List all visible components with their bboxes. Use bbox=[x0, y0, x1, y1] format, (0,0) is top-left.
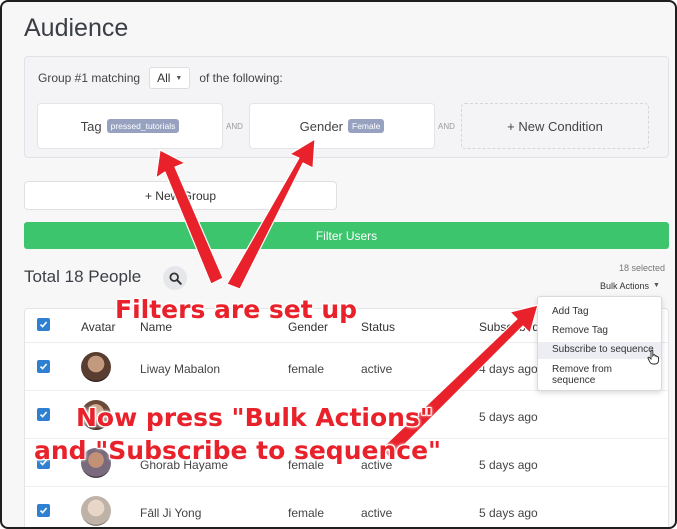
menu-item-add-tag[interactable]: Add Tag bbox=[538, 306, 661, 317]
row-subscribed: 5 days ago bbox=[479, 458, 538, 472]
col-avatar: Avatar bbox=[81, 320, 116, 334]
check-icon bbox=[39, 411, 48, 418]
row-checkbox[interactable] bbox=[37, 408, 50, 421]
bulk-actions-button[interactable]: Bulk Actions ▼ bbox=[593, 276, 667, 295]
search-icon bbox=[168, 271, 182, 285]
group-suffix: of the following: bbox=[199, 71, 283, 85]
row-checkbox[interactable] bbox=[37, 360, 50, 373]
and-label: AND bbox=[226, 122, 243, 131]
avatar bbox=[81, 496, 111, 526]
filter-users-button[interactable]: Filter Users bbox=[24, 222, 669, 249]
row-subscribed: 5 days ago bbox=[479, 506, 538, 520]
row-checkbox[interactable] bbox=[37, 504, 50, 517]
col-subscribed[interactable]: Subscribed bbox=[479, 320, 539, 334]
new-condition-button[interactable]: + New Condition bbox=[461, 103, 649, 149]
row-name: Fāll Ji Yong bbox=[140, 506, 202, 520]
total-people-heading: Total 18 People bbox=[24, 267, 142, 286]
chevron-down-icon: ▼ bbox=[653, 282, 660, 289]
menu-item-remove-tag[interactable]: Remove Tag bbox=[538, 325, 661, 336]
selected-count: 18 selected bbox=[618, 263, 665, 273]
annotation-instruction-line1: Now press "Bulk Actions" bbox=[76, 403, 433, 432]
arrow-to-tag-condition bbox=[155, 149, 224, 285]
condition-value-badge: Female bbox=[348, 119, 385, 133]
select-all-checkbox[interactable] bbox=[37, 318, 50, 331]
arrow-to-gender-condition bbox=[226, 138, 316, 290]
bulk-actions-menu: Add Tag Remove Tag Subscribe to sequence… bbox=[537, 296, 662, 391]
group-prefix: Group #1 matching bbox=[38, 71, 141, 85]
condition-gender[interactable]: Gender Female bbox=[249, 103, 435, 149]
avatar bbox=[81, 352, 111, 382]
menu-item-remove-from-sequence[interactable]: Remove from sequence bbox=[538, 364, 638, 386]
condition-field: Tag bbox=[80, 118, 102, 134]
row-status: active bbox=[361, 362, 393, 376]
table-row[interactable]: Fāll Ji Yong female active 5 days ago bbox=[25, 487, 668, 527]
annotation-filters-set-up: Filters are set up bbox=[115, 295, 358, 324]
check-icon bbox=[39, 363, 48, 370]
row-subscribed: 5 days ago bbox=[479, 410, 538, 424]
search-button[interactable] bbox=[163, 266, 187, 290]
condition-tag[interactable]: Tag pressed_tutorials bbox=[37, 103, 223, 149]
chevron-down-icon: ▼ bbox=[175, 74, 183, 82]
page-title: Audience bbox=[24, 14, 129, 42]
group-header: Group #1 matching All ▼ of the following… bbox=[38, 67, 283, 89]
row-subscribed: 4 days ago bbox=[479, 362, 538, 376]
check-icon bbox=[39, 321, 48, 328]
row-gender: female bbox=[288, 506, 325, 520]
and-label: AND bbox=[438, 122, 455, 131]
row-gender: female bbox=[288, 362, 325, 376]
row-status: active bbox=[361, 506, 393, 520]
row-name: Liway Mabalon bbox=[140, 362, 221, 376]
new-group-button[interactable]: + New Group bbox=[24, 181, 337, 210]
annotation-instruction-line2: and "Subscribe to sequence" bbox=[34, 436, 442, 465]
app-frame: Audience Group #1 matching All ▼ of the … bbox=[0, 0, 677, 529]
filter-group: Group #1 matching All ▼ of the following… bbox=[24, 56, 669, 158]
check-icon bbox=[39, 507, 48, 514]
condition-value-badge: pressed_tutorials bbox=[106, 119, 180, 133]
col-status[interactable]: Status bbox=[361, 320, 395, 334]
match-select-value: All bbox=[157, 71, 171, 85]
hand-cursor-icon bbox=[647, 349, 659, 365]
menu-item-subscribe-to-sequence[interactable]: Subscribe to sequence bbox=[538, 342, 661, 359]
condition-field: Gender bbox=[299, 118, 344, 134]
match-select[interactable]: All ▼ bbox=[149, 67, 191, 89]
bulk-actions-label: Bulk Actions bbox=[600, 280, 650, 291]
